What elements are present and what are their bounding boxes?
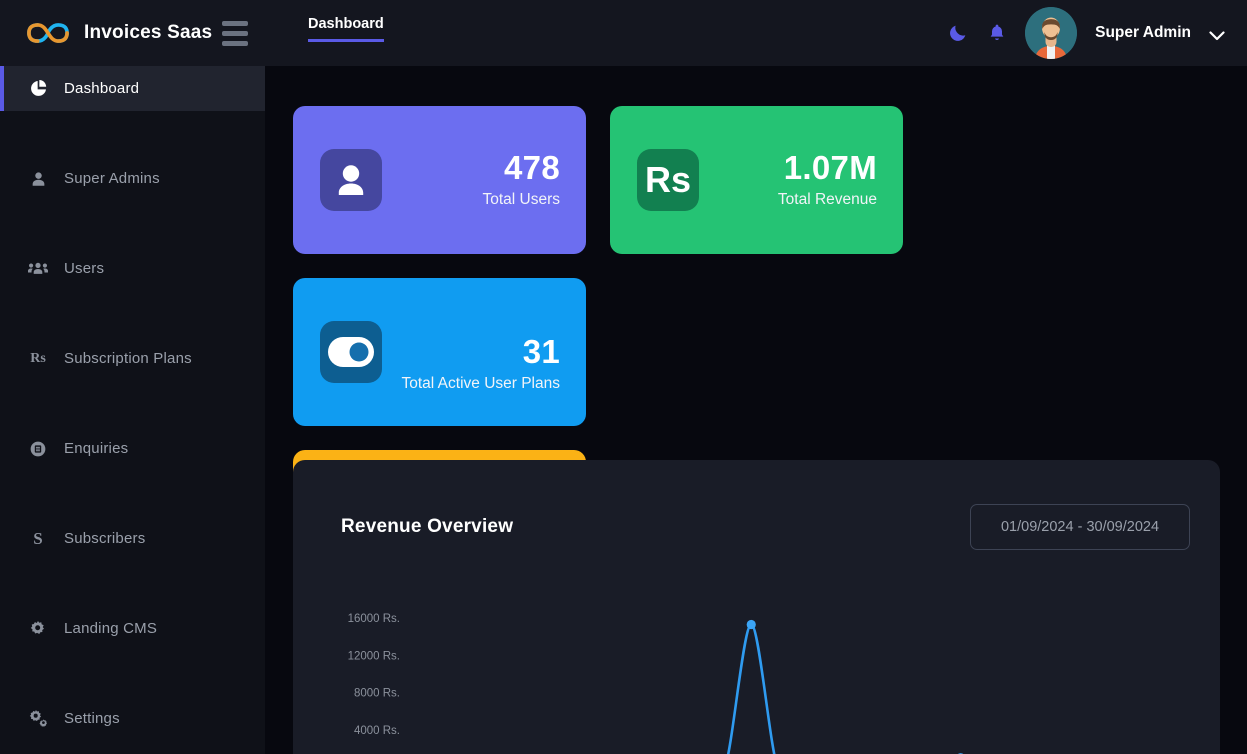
sidebar-item-super-admins[interactable]: Super Admins (0, 156, 265, 201)
tab-dashboard[interactable]: Dashboard (308, 16, 384, 42)
hamburger-icon[interactable] (220, 15, 250, 52)
bell-icon[interactable] (987, 22, 1007, 44)
stat-value: 478 (504, 148, 560, 186)
sidebar-item-subscription-plans[interactable]: Rs Subscription Plans (0, 336, 265, 381)
sidebar-label: Subscribers (64, 530, 146, 547)
brand-name: Invoices Saas (84, 22, 213, 43)
settings-icon (28, 709, 48, 729)
stat-text: 31 Total Active User Plans (401, 332, 560, 392)
sidebar-label: Subscription Plans (64, 350, 192, 367)
revenue-overview-card: Revenue Overview 01/09/2024 - 30/09/2024… (293, 460, 1220, 754)
avatar[interactable] (1025, 7, 1078, 59)
sidebar-item-landing-cms[interactable]: Landing CMS (0, 606, 265, 651)
stat-card-total-revenue[interactable]: Rs 1.07M Total Revenue (610, 106, 903, 254)
username-label: Super Admin (1095, 24, 1191, 41)
stat-label: Total Revenue (777, 191, 877, 209)
stat-text: 1.07M Total Revenue (777, 148, 877, 210)
brand[interactable]: Invoices Saas (0, 20, 212, 46)
stat-value: 1.07M (783, 148, 877, 186)
infinity-logo-icon (26, 20, 70, 46)
y-axis-tick-label: 12000 Rs. (348, 650, 400, 662)
sidebar-item-enquiries[interactable]: Enquiries (0, 426, 265, 471)
sidebar-label: Landing CMS (64, 620, 158, 637)
stat-label: Total Users (482, 191, 560, 209)
stat-label: Total Active User Plans (401, 375, 560, 393)
chart-line-series (726, 623, 776, 754)
dollar-s-icon: S (33, 528, 43, 548)
person-icon (320, 149, 382, 211)
top-header-bar: Invoices Saas Dashboard Super Admin (0, 0, 1247, 66)
stat-cards: 478 Total Users Rs 1.07M Total Revenue 3… (265, 66, 1247, 426)
y-axis-tick-label: 16000 Rs. (348, 613, 400, 625)
sidebar-label: Dashboard (64, 80, 140, 97)
stat-value: 31 (522, 332, 560, 370)
rupee-icon: Rs (30, 350, 46, 366)
person-icon (28, 169, 48, 189)
header-tabs: Dashboard (308, 0, 384, 66)
y-axis-tick-label: 4000 Rs. (354, 725, 400, 737)
stat-card-total-active-user-plans[interactable]: 31 Total Active User Plans (293, 278, 586, 426)
gear-icon (28, 619, 48, 639)
dashboard-page: Invoices Saas Dashboard Super Admin Dash… (0, 0, 1247, 754)
sidebar: Dashboard Super Admins Users Rs Subscrip (0, 66, 265, 754)
pie-chart-icon (28, 79, 48, 99)
chart-data-point[interactable] (746, 619, 756, 630)
chevron-down-icon[interactable] (1209, 28, 1225, 41)
stat-card-total-users[interactable]: 478 Total Users (293, 106, 586, 254)
enquiry-icon (28, 439, 48, 459)
sidebar-item-users[interactable]: Users (0, 246, 265, 291)
sidebar-item-dashboard[interactable]: Dashboard (0, 66, 265, 111)
moon-icon[interactable] (947, 22, 969, 44)
rupee-icon: Rs (637, 149, 699, 211)
sidebar-label: Settings (64, 710, 120, 727)
chart-header: Revenue Overview 01/09/2024 - 30/09/2024 (293, 460, 1220, 550)
sidebar-label: Enquiries (64, 440, 129, 457)
revenue-line-chart[interactable]: 16000 Rs.12000 Rs.8000 Rs.4000 Rs.000 Rs… (293, 590, 1220, 754)
date-range-picker[interactable]: 01/09/2024 - 30/09/2024 (970, 504, 1190, 550)
people-icon (28, 259, 48, 279)
chart-title: Revenue Overview (341, 516, 514, 537)
y-axis-tick-label: 8000 Rs. (354, 688, 400, 700)
sidebar-label: Users (64, 260, 105, 277)
header-actions: Super Admin (947, 7, 1247, 59)
sidebar-item-subscribers[interactable]: S Subscribers (0, 516, 265, 561)
sidebar-item-settings[interactable]: Settings (0, 696, 265, 741)
stat-text: 478 Total Users (482, 148, 560, 210)
toggle-icon (320, 321, 382, 383)
sidebar-label: Super Admins (64, 170, 160, 187)
